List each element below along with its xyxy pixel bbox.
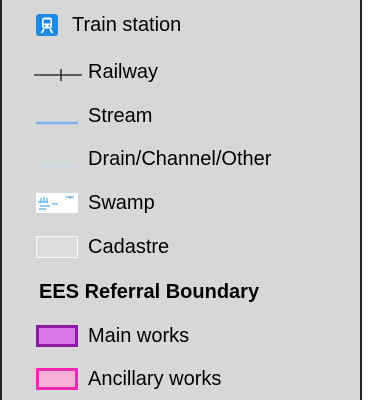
legend-item-label: Drain/Channel/Other xyxy=(88,147,272,170)
legend-item-stream: Stream xyxy=(36,97,152,135)
swamp-icon xyxy=(36,193,78,213)
stream-line-icon xyxy=(36,111,78,125)
legend-item-label: Railway xyxy=(88,60,159,83)
legend-item-label: Swamp xyxy=(88,191,155,214)
legend-item-label: Main works xyxy=(88,324,190,347)
cadastre-icon xyxy=(35,235,79,259)
legend-item-ancillary-works: Ancillary works xyxy=(36,360,221,398)
map-legend-panel: Train station Railway Stream Drain/Chann… xyxy=(0,0,362,400)
train-station-icon xyxy=(36,14,58,36)
main-works-swatch-icon xyxy=(36,325,78,347)
legend-item-drain-channel-other: Drain/Channel/Other xyxy=(36,140,271,178)
drain-line-icon xyxy=(36,154,78,167)
legend-item-swamp: Swamp xyxy=(36,184,155,222)
legend-item-main-works: Main works xyxy=(36,317,189,355)
legend-item-label: Cadastre xyxy=(88,235,170,258)
railway-line-icon xyxy=(34,65,82,81)
ees-referral-boundary-heading: EES Referral Boundary xyxy=(39,280,260,303)
legend-item-cadastre: Cadastre xyxy=(35,228,170,266)
legend-item-railway: Railway xyxy=(34,53,158,91)
legend-item-label: Stream xyxy=(88,104,153,127)
ancillary-works-swatch-icon xyxy=(36,368,78,390)
legend-item-label: Train station xyxy=(72,13,182,36)
legend-section-heading: EES Referral Boundary xyxy=(39,273,259,311)
legend-item-label: Ancillary works xyxy=(88,367,222,390)
legend-item-train-station: Train station xyxy=(36,6,181,44)
